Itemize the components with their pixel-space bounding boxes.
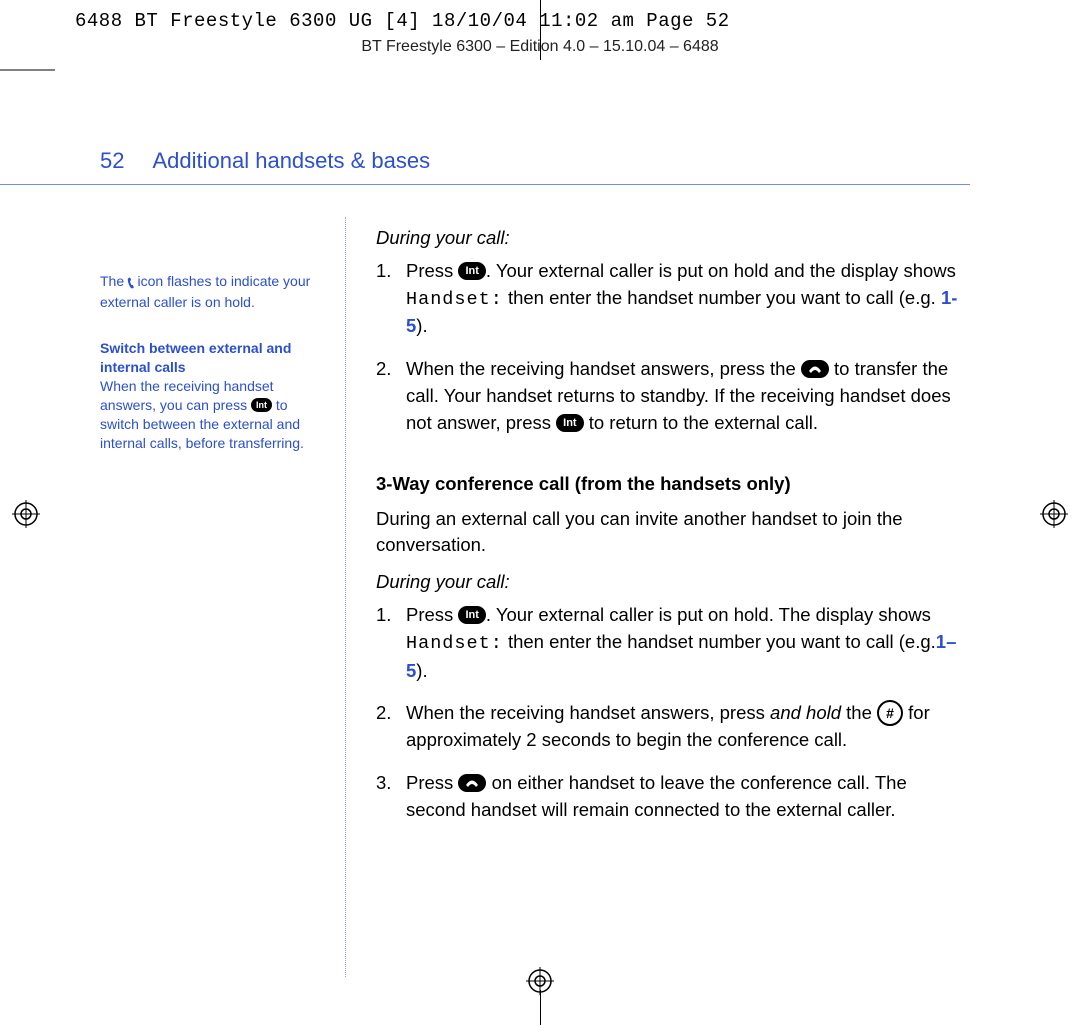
step-number: 1. [376,258,396,340]
subheading-bold: 3-Way conference call (from the handsets… [376,471,966,498]
int-key-icon: Int [458,262,485,280]
int-key-icon: Int [556,414,583,432]
step-text: When the receiving handset answers, pres… [406,356,966,436]
crop-mark [0,60,60,80]
print-slug: 6488 BT Freestyle 6300 UG [4] 18/10/04 1… [75,10,730,32]
margin-note-heading: Switch between external and internal cal… [100,340,291,375]
hash-key-icon: # [877,700,903,726]
step-number: 3. [376,770,396,824]
page-number: 52 [100,148,124,174]
margin-notes: The 📞︎ icon flashes to indicate your ext… [100,217,315,977]
lcd-text: Handset: [406,633,503,654]
subheading: During your call: [376,569,966,596]
column-divider [345,217,346,977]
crop-tick-top [540,0,541,60]
step-text: Press Int. Your external caller is put o… [406,258,966,340]
int-key-icon: Int [251,398,272,412]
step-text: Press on either handset to leave the con… [406,770,966,824]
step-text: When the receiving handset answers, pres… [406,700,966,754]
registration-mark-left [12,500,40,528]
crop-tick-bottom [540,990,541,1025]
step-number: 2. [376,356,396,436]
lcd-text: Handset: [406,289,503,310]
main-column: During your call: 1. Press Int. Your ext… [376,217,966,977]
registration-mark-right [1040,500,1068,528]
section-rule [0,184,970,185]
hangup-key-icon [801,360,829,378]
body-text: During an external call you can invite a… [376,506,966,560]
margin-note-text: When the receiving handset answers, you … [100,378,274,413]
int-key-icon: Int [458,606,485,624]
margin-note-text: The [100,273,128,289]
step-number: 1. [376,602,396,684]
section-title: Additional handsets & bases [152,148,430,174]
handset-icon: 📞︎ [128,273,134,295]
step-text: Press Int. Your external caller is put o… [406,602,966,684]
step-number: 2. [376,700,396,754]
page-content: 52 Additional handsets & bases The 📞︎ ic… [100,148,970,977]
subheading: During your call: [376,225,966,252]
hangup-key-icon [458,774,486,792]
